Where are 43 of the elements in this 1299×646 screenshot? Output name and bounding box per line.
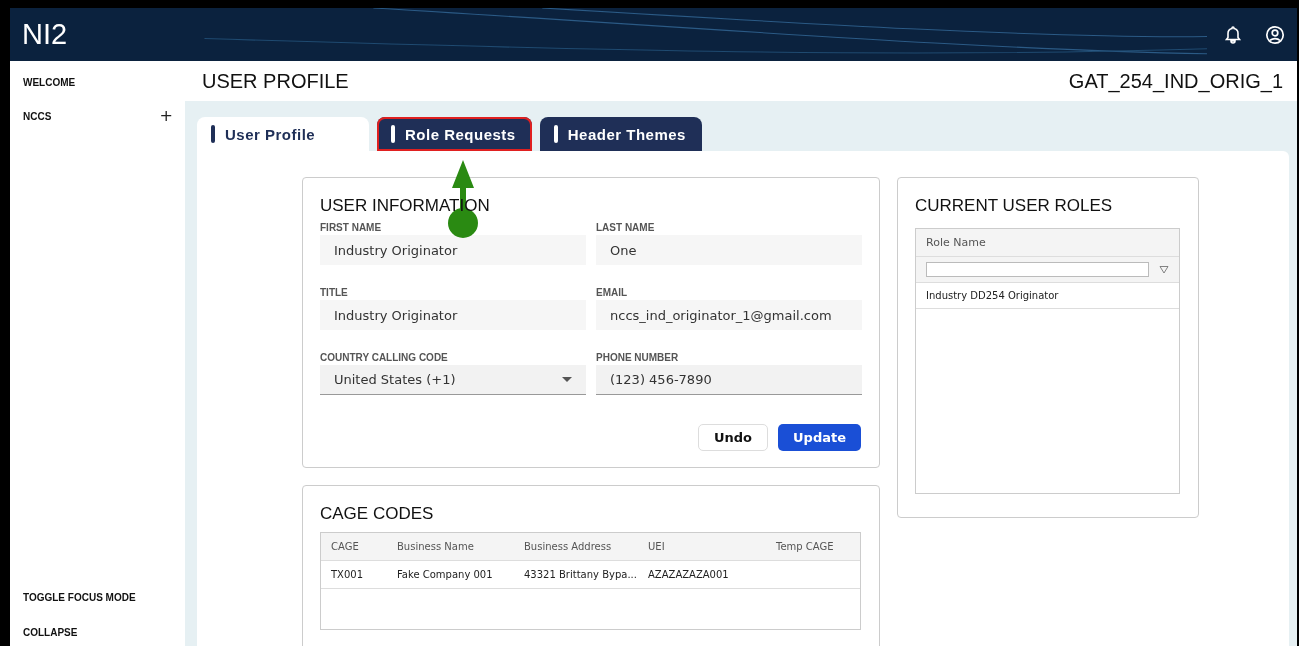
table-cell: 43321 Brittany Bypa... — [514, 561, 638, 589]
column-header[interactable]: Business Address — [514, 533, 638, 561]
card-title: CURRENT USER ROLES — [915, 196, 1114, 216]
column-header[interactable]: CAGE — [321, 533, 387, 561]
table-cell: AZAZAZAZA001 — [638, 561, 766, 589]
card-title: CAGE CODES — [320, 504, 435, 524]
column-header[interactable]: Temp CAGE — [766, 533, 860, 561]
update-button[interactable]: Update — [778, 424, 861, 451]
column-header[interactable]: UEI — [638, 533, 766, 561]
field-label: COUNTRY CALLING CODE — [320, 352, 449, 363]
field-label: EMAIL — [596, 287, 629, 298]
field-label: LAST NAME — [596, 222, 656, 233]
username: GAT_254_IND_ORIG_1 — [1068, 69, 1283, 93]
table-cell: Industry DD254 Originator — [916, 283, 1179, 309]
field-value: One — [596, 235, 862, 265]
column-header[interactable]: Business Name — [387, 533, 514, 561]
field-label: FIRST NAME — [320, 222, 383, 233]
bell-icon[interactable] — [1223, 24, 1243, 45]
tab[interactable]: Role Requests — [377, 117, 532, 151]
sidebar-item[interactable]: NCCS — [23, 110, 52, 122]
sidebar-item[interactable]: WELCOME — [23, 77, 76, 88]
column-header[interactable]: Role Name — [916, 229, 1179, 257]
table-cell: Fake Company 001 — [387, 561, 514, 589]
filter-field[interactable] — [926, 262, 1149, 277]
filter-icon[interactable] — [1159, 264, 1169, 275]
table-cell: TX001 — [321, 561, 387, 589]
field-value: nccs_ind_originator_1@gmail.com — [596, 300, 862, 330]
page-title: USER PROFILE — [202, 69, 349, 93]
tab[interactable]: Header Themes — [539, 117, 702, 151]
field-label: TITLE — [320, 287, 349, 298]
user-icon[interactable] — [1265, 24, 1285, 45]
field-value: Industry Originator — [320, 235, 586, 265]
field-label: PHONE NUMBER — [596, 352, 680, 363]
country-dropdown[interactable]: United States (+1) — [320, 365, 586, 395]
field-value: Industry Originator — [320, 300, 586, 330]
sidebar-item[interactable]: COLLAPSE — [23, 627, 173, 638]
undo-button[interactable]: Undo — [697, 424, 768, 451]
expand-icon[interactable]: + — [159, 110, 173, 122]
input-field[interactable]: (123) 456-7890 — [596, 365, 862, 395]
caret-icon — [562, 377, 572, 382]
sidebar-item[interactable]: TOGGLE FOCUS MODE — [23, 592, 173, 603]
tab[interactable]: User Profile — [197, 117, 369, 151]
app-logo[interactable]: NI2 — [22, 18, 68, 51]
